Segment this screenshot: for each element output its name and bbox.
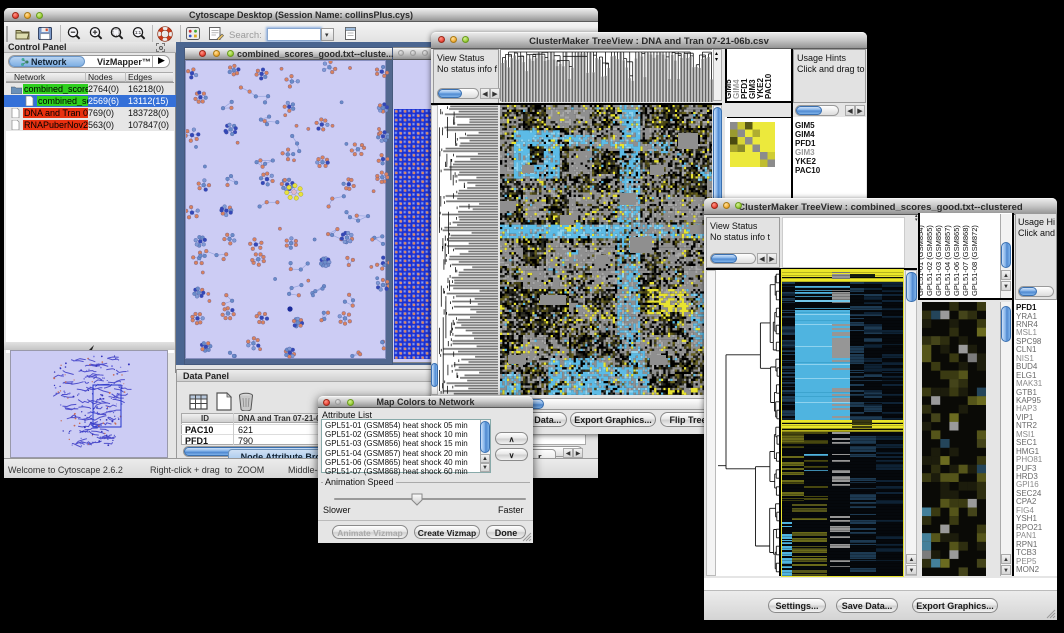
svg-text:1:1: 1:1 — [135, 30, 142, 35]
